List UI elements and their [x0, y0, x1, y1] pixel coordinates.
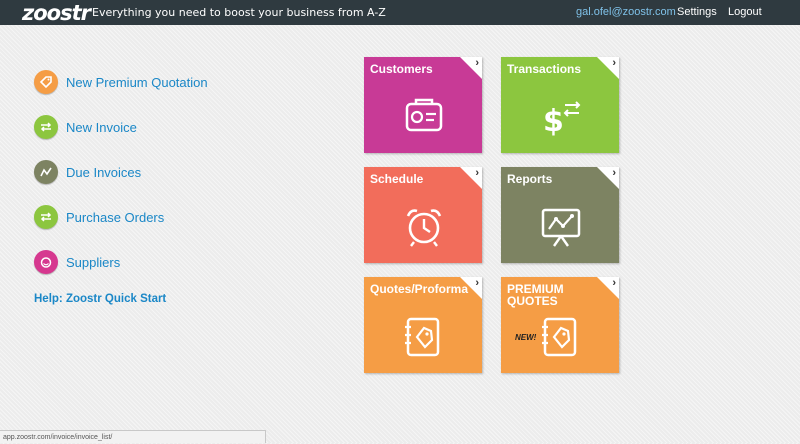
action-label: New Premium Quotation: [66, 74, 208, 90]
tile-customers[interactable]: Customers ›: [364, 57, 482, 153]
exchange-arrows-icon: [34, 115, 58, 139]
chevron-right-icon: ›: [475, 57, 479, 69]
contact-card-icon: [405, 98, 443, 132]
new-invoice-link[interactable]: New Invoice: [34, 113, 137, 141]
notebook-tag-icon: [542, 317, 577, 357]
exchange-arrows-icon: [34, 205, 58, 229]
chevron-right-icon: ›: [612, 167, 616, 179]
tile-title: Transactions: [507, 62, 582, 76]
tile-title: Reports: [507, 172, 553, 186]
tile-transactions[interactable]: Transactions › $: [501, 57, 619, 153]
purchase-orders-link[interactable]: Purchase Orders: [34, 203, 164, 231]
settings-link[interactable]: Settings: [677, 6, 717, 18]
tile-premium-quotes[interactable]: PREMIUM QUOTES NEW! ›: [501, 277, 619, 373]
tile-schedule[interactable]: Schedule ›: [364, 167, 482, 263]
svg-text:$: $: [543, 104, 564, 139]
price-tag-icon: [34, 70, 58, 94]
tile-reports[interactable]: Reports ›: [501, 167, 619, 263]
new-badge: NEW!: [515, 333, 537, 342]
dollar-exchange-icon: $: [543, 101, 581, 139]
tile-title: Customers: [370, 62, 433, 76]
alarm-clock-icon: [406, 209, 442, 247]
action-label: Suppliers: [66, 254, 121, 270]
due-invoices-link[interactable]: Due Invoices: [34, 158, 141, 186]
chevron-right-icon: ›: [612, 57, 616, 69]
action-label: Purchase Orders: [66, 209, 165, 225]
action-label: New Invoice: [66, 119, 137, 135]
presentation-chart-icon: [541, 208, 581, 247]
logout-link[interactable]: Logout: [728, 6, 762, 18]
tile-quotes-proforma[interactable]: Quotes/Proforma ›: [364, 277, 482, 373]
tile-title: Schedule: [370, 172, 424, 186]
trend-line-icon: [34, 160, 58, 184]
new-premium-quotation-link[interactable]: New Premium Quotation: [34, 68, 208, 96]
chevron-right-icon: ›: [475, 167, 479, 179]
chevron-right-icon: ›: [475, 277, 479, 289]
status-bar: app.zoostr.com/invoice/invoice_list/: [0, 430, 266, 443]
tile-title: Quotes/Proforma: [370, 282, 469, 296]
notebook-tag-icon: [405, 317, 440, 357]
help-quick-start-link[interactable]: Help: Zoostr Quick Start: [34, 293, 166, 305]
action-label: Due Invoices: [66, 164, 142, 180]
tagline: Everything you need to boost your busine…: [92, 6, 386, 19]
suppliers-link[interactable]: Suppliers: [34, 248, 120, 276]
tile-title: PREMIUM QUOTES: [507, 282, 564, 308]
user-email-link[interactable]: gal.ofel@zoostr.com: [576, 6, 676, 18]
face-icon: [34, 250, 58, 274]
top-bar: zoostr Everything you need to boost your…: [0, 0, 800, 25]
zoostr-logo[interactable]: zoostr: [22, 1, 91, 25]
chevron-right-icon: ›: [612, 277, 616, 289]
